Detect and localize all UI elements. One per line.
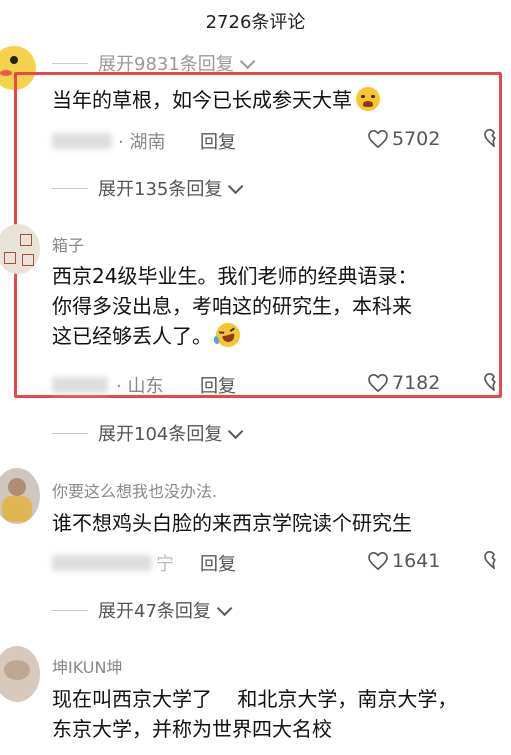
comment-line: 这已经够丢人了。 (52, 320, 417, 351)
comment-line: 东京大学，并称为世界四大名校 (52, 717, 332, 741)
username[interactable]: 坤IKUN坤 (52, 654, 122, 678)
expand-replies-button[interactable]: 展开47条回复 (52, 597, 233, 623)
expand-replies-label: 展开47条回复 (98, 601, 211, 622)
expand-replies-label: 展开135条回复 (98, 179, 223, 200)
comment-meta: 宁 (52, 550, 174, 576)
like-button[interactable]: 7182 (368, 372, 440, 394)
comment-text: 谁不想鸡头白脸的来西京学院读个研究生 (52, 511, 412, 535)
avatar[interactable] (0, 468, 40, 524)
expand-replies-label: 展开104条回复 (98, 424, 223, 445)
comment-meta: · 山东 (52, 372, 163, 398)
location-label: 宁 (156, 554, 174, 575)
comment-text: 当年的草根，如今已长成参天大草 (52, 85, 380, 115)
comment-count-title: 2726条评论 (205, 12, 306, 33)
chevron-down-icon (216, 600, 233, 616)
divider (52, 432, 88, 434)
reply-button[interactable]: 回复 (200, 128, 236, 154)
blurred-username (52, 377, 108, 393)
location-label: · 湖南 (118, 132, 166, 153)
username[interactable]: 箱子 (52, 232, 84, 256)
divider (52, 62, 88, 64)
chevron-down-icon (228, 423, 244, 439)
like-button[interactable]: 5702 (368, 128, 440, 150)
comment-text: 现在叫西京大学了 和北京大学，南京大学， 东京大学，并称为世界四大名校 (52, 684, 457, 744)
expand-replies-button[interactable]: 展开135条回复 (52, 175, 244, 201)
comment-line: 西京24级毕业生。我们老师的经典语录： (52, 264, 418, 288)
expand-replies-button[interactable]: 展开104条回复 (52, 420, 244, 446)
broken-heart-icon[interactable] (484, 129, 504, 147)
comment-line: 现在叫西京大学了 和北京大学，南京大学， (52, 687, 458, 711)
heart-icon (368, 552, 388, 570)
avatar[interactable] (0, 646, 40, 702)
comment-line: 你得多没出息，考咱这的研究生，本科来 (52, 294, 412, 318)
like-count: 7182 (392, 372, 441, 394)
like-count: 5702 (392, 128, 441, 150)
heart-icon (368, 130, 388, 148)
comment-text: 西京24级毕业生。我们老师的经典语录： 你得多没出息，考咱这的研究生，本科来 这… (52, 261, 417, 351)
divider (52, 609, 88, 611)
blurred-username (52, 555, 152, 571)
comment-meta: · 湖南 (52, 128, 165, 154)
crying-face-icon (356, 87, 380, 111)
broken-heart-icon[interactable] (484, 373, 504, 391)
reply-button[interactable]: 回复 (200, 550, 236, 576)
divider (52, 187, 88, 189)
reply-button[interactable]: 回复 (200, 372, 236, 398)
chevron-down-icon (239, 53, 256, 69)
location-label: · 山东 (116, 376, 164, 397)
broken-heart-icon[interactable] (484, 551, 504, 569)
username[interactable]: 你要这么想我也没办法. (52, 478, 217, 502)
like-button[interactable]: 1641 (368, 550, 440, 572)
blurred-username (52, 133, 112, 149)
heart-icon (368, 374, 388, 392)
like-count: 1641 (392, 550, 441, 572)
laughing-tears-icon (212, 320, 243, 350)
